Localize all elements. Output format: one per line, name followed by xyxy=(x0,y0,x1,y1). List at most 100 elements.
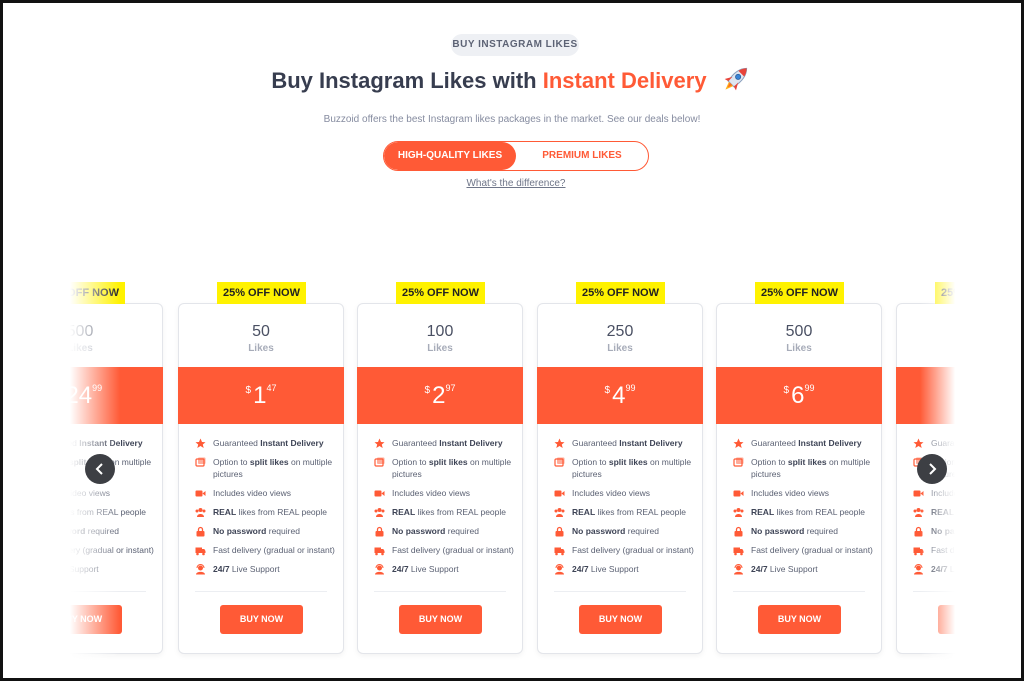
feature-bold: Instant Delivery xyxy=(619,438,683,448)
carousel-prev-button[interactable] xyxy=(85,454,115,484)
support-icon xyxy=(734,564,743,575)
images-icon xyxy=(195,457,206,467)
discount-badge: 25% OFF NOW xyxy=(576,282,665,304)
support-icon xyxy=(196,564,205,575)
support-icon xyxy=(555,564,564,575)
buy-now-button[interactable]: BUY NOW xyxy=(758,605,841,634)
feature-item: Includes video views xyxy=(195,487,335,499)
price-band: $297 xyxy=(357,367,523,424)
truck-icon xyxy=(195,547,206,556)
lock-icon xyxy=(555,526,564,537)
feature-bold: Instant Delivery xyxy=(260,438,324,448)
feature-item: Guaranteed Instant Delivery xyxy=(554,437,694,449)
feature-post: likes from REAL people xyxy=(595,507,687,517)
currency-symbol: $ xyxy=(783,385,790,396)
video-icon xyxy=(733,490,744,497)
users-icon xyxy=(374,508,385,517)
star-icon xyxy=(554,438,565,448)
buy-now-button[interactable]: BUY NOW xyxy=(220,605,303,634)
feature-post: Live Support xyxy=(229,564,280,574)
feature-pre: Fast delivery (gradual or instant) xyxy=(751,545,873,555)
package-unit: Likes xyxy=(427,343,453,354)
feature-bold: 24/7 xyxy=(572,564,589,574)
buy-now-button[interactable]: BUY NOW xyxy=(399,605,482,634)
feature-item: Guaranteed Instant Delivery xyxy=(195,437,335,449)
truck-icon xyxy=(733,547,744,556)
feature-item: 24/7 Live Support xyxy=(374,563,514,575)
video-icon xyxy=(554,490,565,497)
price-cents: 99 xyxy=(625,383,636,393)
feature-bold: No password xyxy=(392,526,446,536)
feature-item: REAL likes from REAL people xyxy=(374,506,514,518)
feature-item: Guaranteed Instant Delivery xyxy=(374,437,514,449)
feature-item: REAL likes from REAL people xyxy=(195,506,335,518)
feature-post: required xyxy=(625,526,659,536)
package-price: $147 xyxy=(178,382,344,410)
images-icon xyxy=(733,457,744,467)
feature-post: required xyxy=(804,526,838,536)
feature-bold: REAL xyxy=(572,507,596,517)
carousel-next-button[interactable] xyxy=(917,454,947,484)
price-dollars: 6 xyxy=(791,382,805,409)
discount-badge: 25% OFF NOW xyxy=(755,282,844,304)
package-unit: Likes xyxy=(786,343,812,354)
feature-post: likes from REAL people xyxy=(774,507,866,517)
pricing-card: 25% OFF NOW 100 Likes $297 Guaranteed Instan… xyxy=(357,282,523,654)
images-icon xyxy=(554,457,565,467)
feature-bold: split likes xyxy=(428,457,468,467)
package-price: $699 xyxy=(716,382,882,410)
feature-list: Guaranteed Instant Delivery Option to spl… xyxy=(195,437,335,582)
carousel-mask-right xyxy=(960,240,1021,680)
feature-item: Includes video views xyxy=(733,487,873,499)
feature-item: Fast delivery (gradual or instant) xyxy=(374,544,514,556)
images-icon xyxy=(374,457,385,467)
feature-item: Option to split likes on multiple pictur… xyxy=(374,456,514,480)
feature-bold: 24/7 xyxy=(392,564,409,574)
price-cents: 97 xyxy=(445,383,456,393)
currency-symbol: $ xyxy=(245,385,252,396)
divider xyxy=(733,591,865,592)
feature-post: required xyxy=(266,526,300,536)
star-icon xyxy=(195,438,206,448)
feature-pre: Guaranteed xyxy=(751,438,799,448)
package-quantity: 500 xyxy=(785,323,813,340)
pricing-card: 25% OFF NOW 500 Likes $699 Guaranteed Instan… xyxy=(716,282,882,654)
support-icon xyxy=(375,564,384,575)
feature-bold: Instant Delivery xyxy=(798,438,862,448)
feature-item: No password required xyxy=(733,525,873,537)
package-quantity: 250 xyxy=(606,323,634,340)
feature-item: Fast delivery (gradual or instant) xyxy=(554,544,694,556)
feature-bold: No password xyxy=(751,526,805,536)
video-icon xyxy=(195,490,206,497)
feature-bold: split likes xyxy=(787,457,827,467)
buy-now-button[interactable]: BUY NOW xyxy=(579,605,662,634)
truck-icon xyxy=(554,547,565,556)
pricing-card: 25% OFF NOW 50 Likes $147 Guaranteed Instant… xyxy=(178,282,344,654)
package-quantity: 100 xyxy=(426,323,454,340)
package-price: $499 xyxy=(537,382,703,410)
price-dollars: 1 xyxy=(253,382,267,409)
feature-item: No password required xyxy=(374,525,514,537)
price-cents: 47 xyxy=(266,383,277,393)
feature-post: Live Support xyxy=(408,564,459,574)
feature-item: No password required xyxy=(195,525,335,537)
package-unit: Likes xyxy=(248,343,274,354)
feature-item: 24/7 Live Support xyxy=(195,563,335,575)
prev-arrow-icon xyxy=(95,463,103,475)
feature-pre: Includes video views xyxy=(213,488,291,498)
feature-item: Includes video views xyxy=(374,487,514,499)
feature-pre: Guaranteed xyxy=(392,438,440,448)
feature-post: Live Support xyxy=(767,564,818,574)
feature-item: REAL likes from REAL people xyxy=(554,506,694,518)
price-cents: 99 xyxy=(804,383,815,393)
price-dollars: 4 xyxy=(612,382,626,409)
feature-pre: Option to xyxy=(751,457,788,467)
feature-bold: REAL xyxy=(392,507,416,517)
price-band: $499 xyxy=(537,367,703,424)
star-icon xyxy=(374,438,385,448)
pricing-carousel: 25% OFF NOW500Likes$2499Guaranteed Insta… xyxy=(0,0,1024,681)
feature-post: likes from REAL people xyxy=(415,507,507,517)
feature-list: Guaranteed Instant Delivery Option to spl… xyxy=(374,437,514,582)
carousel-mask-left xyxy=(3,240,70,680)
feature-pre: Option to xyxy=(572,457,609,467)
